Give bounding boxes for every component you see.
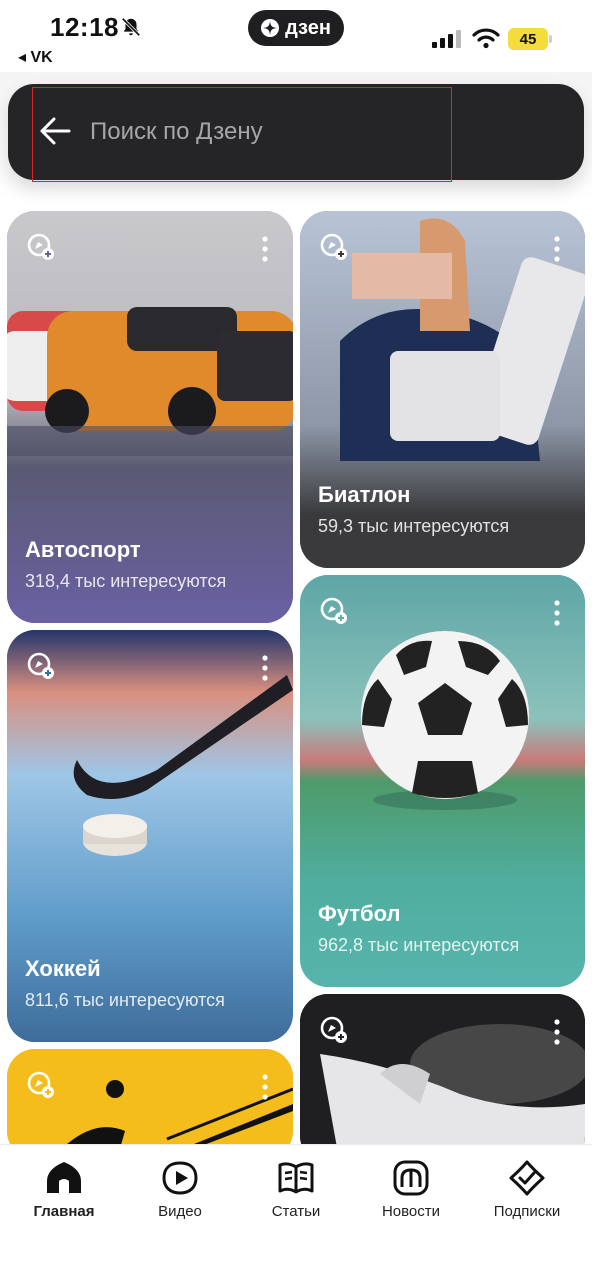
more-options-icon[interactable]: [553, 235, 561, 263]
card-title: Хоккей: [25, 956, 101, 981]
search-bar[interactable]: [8, 84, 584, 182]
add-topic-icon[interactable]: [27, 652, 55, 680]
topic-card-hockey[interactable]: Хоккей 811,6 тыс интересуются: [7, 630, 293, 1042]
news-icon: [393, 1160, 429, 1196]
tab-label: Новости: [381, 1203, 441, 1220]
card-followers: 962,8 тыс интересуются: [318, 935, 520, 955]
add-topic-icon[interactable]: [320, 233, 348, 261]
add-topic-icon[interactable]: [320, 1016, 348, 1044]
tab-news[interactable]: Новости: [356, 1159, 466, 1229]
tab-label: Видео: [158, 1203, 202, 1220]
add-topic-icon[interactable]: [27, 233, 55, 261]
blurred-face-patch: [352, 253, 452, 299]
topic-card-biathlon[interactable]: Биатлон 59,3 тыс интересуются: [300, 211, 585, 568]
search-header: [0, 72, 592, 202]
articles-icon: [278, 1162, 314, 1194]
back-arrow-icon[interactable]: [38, 114, 72, 148]
card-title: Биатлон: [318, 482, 411, 507]
card-title: Футбол: [318, 901, 401, 926]
card-followers: 318,4 тыс интересуются: [25, 571, 227, 591]
cellular-signal-icon: [432, 30, 461, 48]
volleyball-image: [7, 1049, 293, 1159]
video-icon: [162, 1161, 198, 1195]
tab-video[interactable]: Видео: [125, 1159, 235, 1229]
home-icon: [47, 1162, 81, 1193]
search-input[interactable]: [90, 112, 450, 152]
wifi-icon: [472, 28, 500, 49]
zen-logo-text: дзен: [285, 16, 331, 39]
status-bar: 12:18 ◂ VK дзен 45: [0, 0, 592, 72]
topic-card-martial-arts[interactable]: [300, 994, 585, 1164]
more-options-icon[interactable]: [553, 1018, 561, 1046]
add-topic-icon[interactable]: [320, 597, 348, 625]
tab-label: Главная: [33, 1203, 95, 1220]
zen-logo-pill: дзен: [248, 10, 344, 46]
tab-label: Подписки: [493, 1203, 561, 1220]
topic-card-football[interactable]: Футбол 962,8 тыс интересуются: [300, 575, 585, 987]
zen-star-icon: [261, 19, 280, 37]
silent-bell-icon: [121, 17, 141, 37]
bottom-navigation: Главная Видео Статьи Новости Подписки: [0, 1144, 592, 1280]
add-topic-icon[interactable]: [27, 1071, 55, 1099]
card-followers: 59,3 тыс интересуются: [318, 516, 510, 536]
topic-card-autosport[interactable]: Автоспорт 318,4 тыс интересуются: [7, 211, 293, 623]
tab-articles[interactable]: Статьи: [241, 1159, 351, 1229]
more-options-icon[interactable]: [261, 235, 269, 263]
tab-label: Статьи: [271, 1203, 321, 1220]
tab-home[interactable]: Главная: [9, 1159, 119, 1229]
tab-subscriptions[interactable]: Подписки: [472, 1159, 582, 1229]
clock: 12:18: [50, 12, 119, 42]
more-options-icon[interactable]: [261, 1073, 269, 1101]
battery-indicator: 45: [508, 28, 552, 50]
subscriptions-icon: [509, 1160, 545, 1196]
more-options-icon[interactable]: [553, 599, 561, 627]
card-followers: 811,6 тыс интересуются: [25, 990, 225, 1010]
card-title: Автоспорт: [25, 537, 141, 562]
topic-card-volleyball[interactable]: [7, 1049, 293, 1159]
back-to-vk-link[interactable]: ◂ VK: [18, 47, 53, 67]
more-options-icon[interactable]: [261, 654, 269, 682]
battery-level: 45: [508, 28, 548, 50]
